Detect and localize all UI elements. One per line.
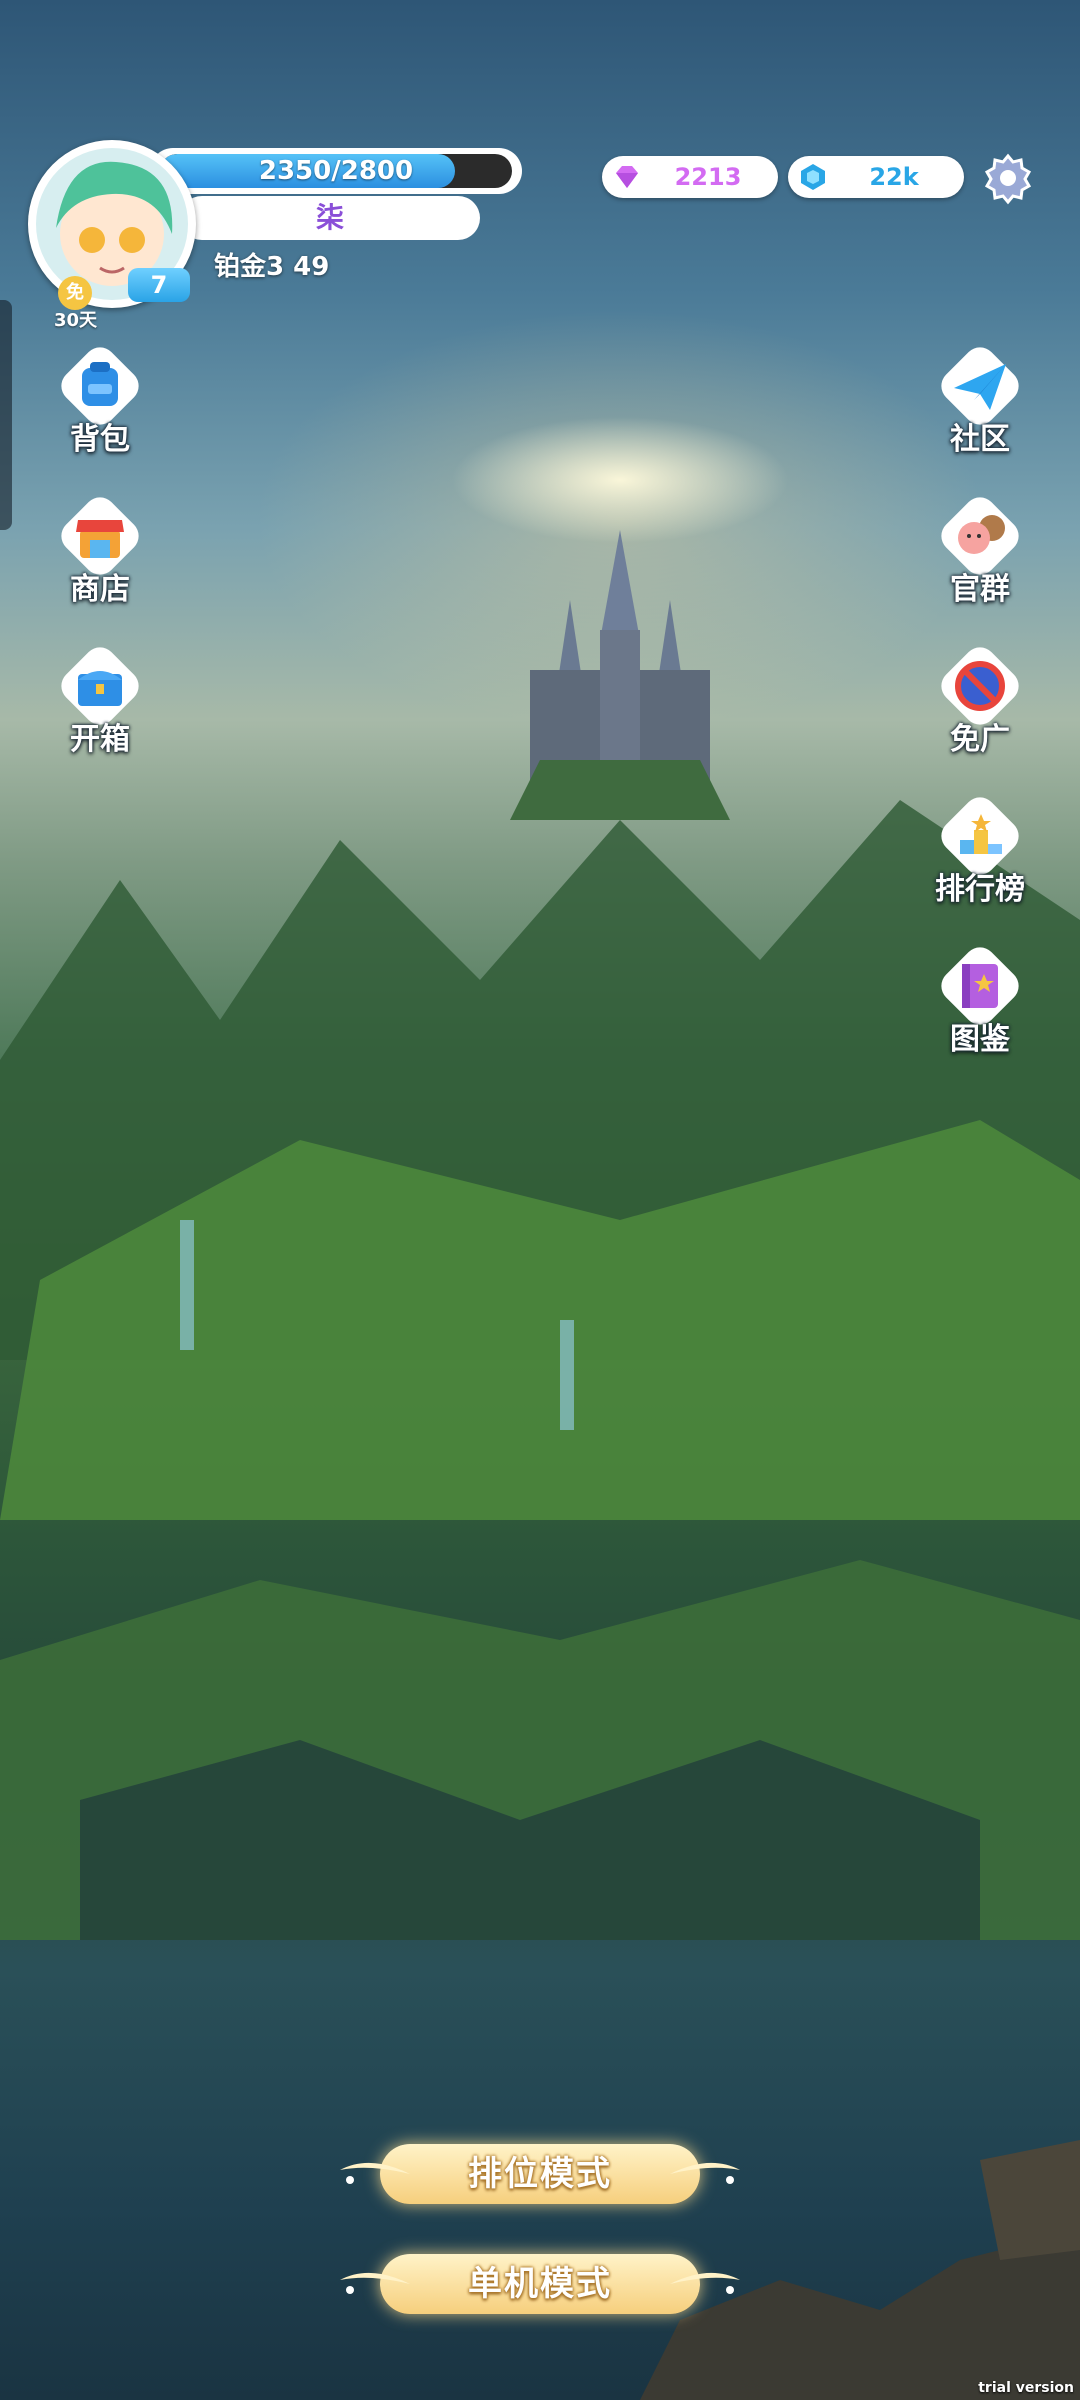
player-name: 柒 <box>180 196 480 240</box>
level-badge: 7 <box>128 268 190 302</box>
watermark-text: trial version <box>978 2380 1074 2396</box>
rank-text: 铂金3 49 <box>214 252 330 282</box>
no-ads-badge: 免 <box>58 276 92 310</box>
menu-leaderboard[interactable]: 排行榜 <box>920 788 1040 908</box>
menu-open-chest-label: 开箱 <box>70 722 130 757</box>
menu-open-chest[interactable]: 开箱 <box>40 638 160 758</box>
menu-codex-label: 图鉴 <box>950 1022 1010 1057</box>
hp-text: 2350/2800 <box>258 156 414 186</box>
hp-bar: 2350/2800 <box>150 148 522 194</box>
menu-shop[interactable]: 商店 <box>40 488 160 608</box>
ranked-mode-button[interactable]: 排位模式 <box>340 2140 740 2208</box>
settings-gear-icon[interactable] <box>980 150 1036 206</box>
menu-official-group-label: 官群 <box>950 572 1010 607</box>
background-scene <box>0 0 1080 2400</box>
single-mode-label: 单机模式 <box>468 2264 612 2304</box>
crystal-count: 22k <box>869 163 919 191</box>
menu-community-label: 社区 <box>950 422 1010 457</box>
side-drawer-handle[interactable] <box>0 300 12 530</box>
menu-shop-label: 商店 <box>70 572 130 607</box>
no-ads-days: 30天 <box>54 310 98 331</box>
menu-leaderboard-label: 排行榜 <box>935 872 1025 907</box>
gem-counter[interactable]: 2213 <box>602 156 778 198</box>
crystal-counter[interactable]: 22k <box>788 156 964 198</box>
gem-count: 2213 <box>674 163 742 191</box>
menu-backpack-label: 背包 <box>70 422 130 457</box>
crystal-icon <box>801 164 825 190</box>
ranked-mode-label: 排位模式 <box>468 2154 612 2194</box>
menu-no-ads-label: 免广 <box>950 722 1010 757</box>
menu-community[interactable]: 社区 <box>920 338 1040 458</box>
gem-icon <box>616 166 638 188</box>
single-player-mode-button[interactable]: 单机模式 <box>340 2250 740 2318</box>
menu-codex[interactable]: 图鉴 <box>920 938 1040 1058</box>
menu-no-ads[interactable]: 免广 <box>920 638 1040 758</box>
menu-backpack[interactable]: 背包 <box>40 338 160 458</box>
menu-official-group[interactable]: 官群 <box>920 488 1040 608</box>
